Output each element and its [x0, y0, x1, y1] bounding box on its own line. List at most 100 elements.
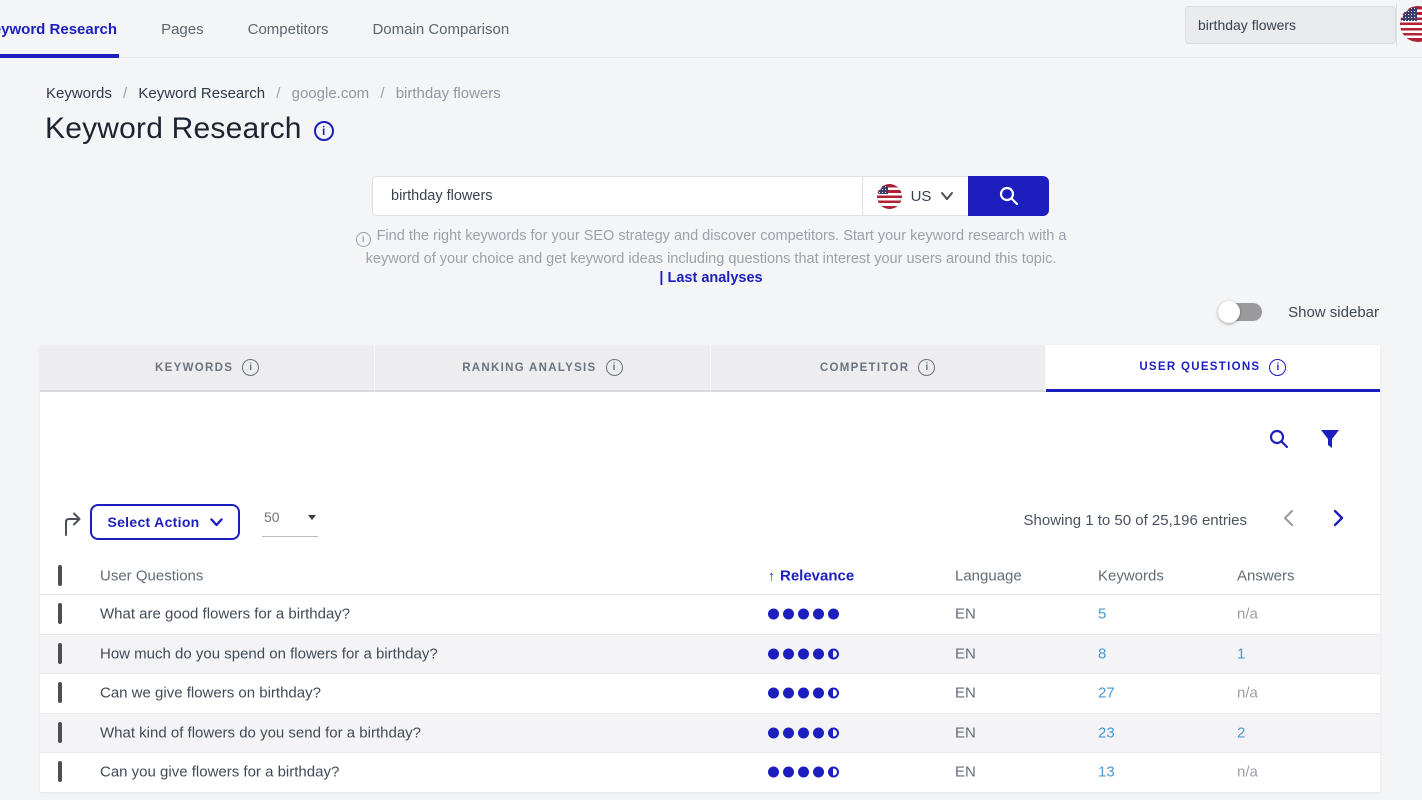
nav-item-domain-comparison[interactable]: Domain Comparison: [370, 0, 511, 58]
us-flag-icon: [877, 184, 902, 209]
info-icon[interactable]: i: [1269, 359, 1286, 376]
chevron-down-icon: [210, 518, 223, 527]
select-all-checkbox[interactable]: [58, 565, 62, 586]
info-icon[interactable]: i: [242, 359, 259, 376]
nav-item-keyword-research[interactable]: Keyword Research: [0, 0, 119, 58]
relevance-dots: [768, 648, 839, 659]
page-size-select[interactable]: 50: [262, 507, 318, 537]
title-info-icon[interactable]: i: [314, 121, 334, 141]
search-button[interactable]: [968, 176, 1049, 216]
row-checkbox[interactable]: [58, 603, 62, 624]
tab-label: KEYWORDS: [155, 362, 233, 374]
nav-item-pages[interactable]: Pages: [159, 0, 206, 58]
nav-item-label: Domain Comparison: [372, 21, 509, 38]
relevance-dot: [768, 609, 779, 620]
tab-keywords[interactable]: KEYWORDS i: [40, 345, 375, 392]
answers-cell[interactable]: 1: [1237, 645, 1245, 662]
tab-label: RANKING ANALYSIS: [462, 362, 596, 374]
keyword-search-input[interactable]: [372, 176, 862, 216]
relevance-dot: [828, 648, 839, 659]
header-relevance-label: Relevance: [780, 567, 854, 584]
keywords-link[interactable]: 8: [1098, 645, 1106, 662]
info-icon[interactable]: i: [918, 359, 935, 376]
relevance-dot: [783, 609, 794, 620]
header-language[interactable]: Language: [955, 567, 1022, 584]
tab-bar: KEYWORDS i RANKING ANALYSIS i COMPETITOR…: [40, 345, 1380, 392]
tab-label: USER QUESTIONS: [1139, 361, 1260, 373]
language-cell: EN: [955, 606, 976, 623]
tab-competitor[interactable]: COMPETITOR i: [711, 345, 1046, 392]
nav-item-competitors[interactable]: Competitors: [246, 0, 331, 58]
table-search-icon[interactable]: [1268, 428, 1290, 450]
breadcrumb-domain[interactable]: google.com: [292, 85, 370, 102]
table-tools: [40, 428, 1380, 452]
row-checkbox[interactable]: [58, 682, 62, 703]
header-user-questions[interactable]: User Questions: [100, 567, 203, 584]
last-analyses-link[interactable]: | Last analyses: [0, 270, 1422, 286]
relevance-dot: [828, 767, 839, 778]
relevance-dot: [798, 648, 809, 659]
search-description: iFind the right keywords for your SEO st…: [0, 225, 1422, 270]
select-action-button[interactable]: Select Action: [90, 504, 240, 540]
keywords-link[interactable]: 23: [1098, 724, 1115, 741]
tab-ranking-analysis[interactable]: RANKING ANALYSIS i: [375, 345, 710, 392]
tab-user-questions[interactable]: USER QUESTIONS i: [1046, 345, 1380, 392]
row-checkbox[interactable]: [58, 761, 62, 782]
country-selector[interactable]: US: [862, 176, 968, 216]
country-code: US: [911, 188, 932, 205]
question-cell[interactable]: What kind of flowers do you send for a b…: [100, 724, 421, 741]
relevance-dot: [783, 767, 794, 778]
filter-icon[interactable]: [1320, 428, 1340, 450]
keywords-link[interactable]: 13: [1098, 764, 1115, 781]
relevance-dot: [813, 727, 824, 738]
description-line2: keyword of your choice and get keyword i…: [366, 251, 1057, 267]
relevance-dots: [768, 688, 839, 699]
breadcrumb-keyword[interactable]: birthday flowers: [396, 85, 501, 102]
answers-cell[interactable]: n/a: [1237, 764, 1258, 781]
relevance-dot: [783, 727, 794, 738]
nav-item-label: Keyword Research: [0, 21, 117, 38]
relevance-dot: [798, 727, 809, 738]
keyword-search-bar: US: [372, 176, 1049, 216]
topnav-divider: [1396, 4, 1397, 46]
question-cell[interactable]: Can you give flowers for a birthday?: [100, 764, 339, 781]
row-checkbox[interactable]: [58, 722, 62, 743]
info-icon[interactable]: i: [606, 359, 623, 376]
relevance-dots: [768, 609, 839, 620]
answers-cell[interactable]: n/a: [1237, 606, 1258, 623]
keywords-link[interactable]: 5: [1098, 606, 1106, 623]
header-answers[interactable]: Answers: [1237, 567, 1295, 584]
nav-item-label: Competitors: [248, 21, 329, 38]
next-page-icon[interactable]: [1333, 509, 1345, 527]
question-cell[interactable]: Can we give flowers on birthday?: [100, 685, 321, 702]
language-cell: EN: [955, 764, 976, 781]
previous-page-icon[interactable]: [1282, 509, 1294, 527]
answers-cell[interactable]: n/a: [1237, 685, 1258, 702]
flag-canton: [1401, 7, 1417, 21]
topnav-search-input[interactable]: [1185, 6, 1396, 44]
question-cell[interactable]: What are good flowers for a birthday?: [100, 606, 350, 623]
caret-down-icon: [308, 515, 316, 520]
answers-cell[interactable]: 2: [1237, 724, 1245, 741]
language-cell: EN: [955, 724, 976, 741]
relevance-dot: [798, 767, 809, 778]
export-icon[interactable]: [62, 510, 84, 536]
relevance-dots: [768, 767, 839, 778]
header-relevance[interactable]: ↑ Relevance: [768, 567, 854, 584]
breadcrumb-keywords[interactable]: Keywords: [46, 85, 112, 102]
search-icon: [998, 185, 1020, 207]
keywords-link[interactable]: 27: [1098, 685, 1115, 702]
question-cell[interactable]: How much do you spend on flowers for a b…: [100, 645, 438, 662]
chevron-down-icon: [940, 191, 954, 201]
header-keywords[interactable]: Keywords: [1098, 567, 1164, 584]
page-title: Keyword Research: [45, 112, 302, 146]
show-sidebar-toggle[interactable]: [1220, 303, 1262, 321]
info-icon: i: [356, 232, 371, 247]
relevance-dot: [798, 609, 809, 620]
us-flag-icon[interactable]: [1400, 6, 1422, 42]
table-header: User Questions ↑ Relevance Language Keyw…: [40, 557, 1380, 595]
row-checkbox[interactable]: [58, 643, 62, 664]
breadcrumb-keyword-research[interactable]: Keyword Research: [138, 85, 265, 102]
relevance-dot: [768, 727, 779, 738]
language-cell: EN: [955, 685, 976, 702]
